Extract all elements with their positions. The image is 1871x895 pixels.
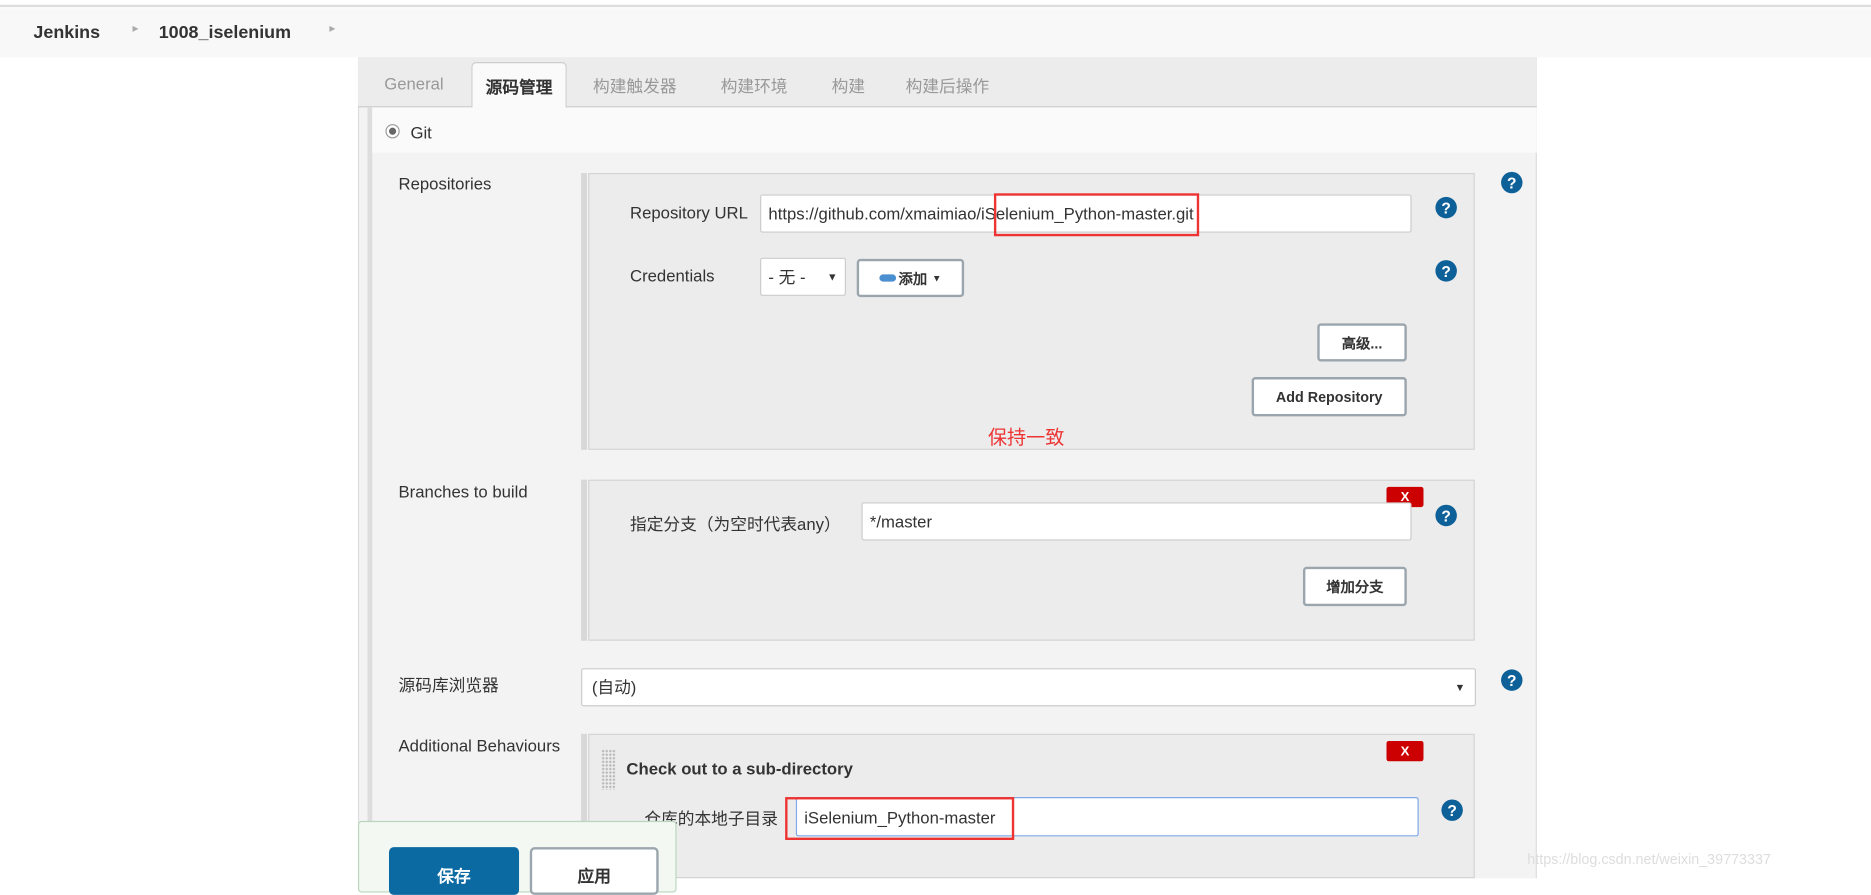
add-credentials-label: 添加	[898, 270, 928, 287]
branches-label: Branches to build	[398, 482, 528, 502]
breadcrumb-separator-icon[interactable]: ▸	[132, 23, 138, 36]
breadcrumb-jenkins[interactable]: Jenkins	[33, 23, 100, 43]
git-row	[372, 107, 1537, 153]
tab-post-build[interactable]: 构建后操作	[906, 74, 990, 98]
tab-triggers[interactable]: 构建触发器	[593, 74, 677, 98]
checkout-title: Check out to a sub-directory	[626, 758, 853, 778]
tab-general[interactable]: General	[384, 74, 443, 93]
git-label: Git	[410, 122, 432, 142]
credentials-select[interactable]: - 无 - ▼	[760, 257, 846, 296]
browser-label: 源码库浏览器	[398, 675, 499, 695]
repo-url-label: Repository URL	[630, 202, 748, 222]
delete-behaviour-button[interactable]: X	[1386, 740, 1424, 762]
help-icon[interactable]: ?	[1501, 669, 1523, 691]
add-credentials-button[interactable]: 添加 ▼	[856, 258, 965, 298]
help-icon[interactable]: ?	[1501, 171, 1523, 194]
section-bar	[581, 173, 588, 450]
top-divider	[0, 4, 1871, 8]
drag-handle[interactable]	[601, 749, 616, 790]
browser-select[interactable]: (自动) ▼	[581, 668, 1476, 707]
breadcrumb-job[interactable]: 1008_iselenium	[159, 23, 291, 43]
advanced-button[interactable]: 高级...	[1317, 323, 1407, 362]
help-icon[interactable]: ?	[1435, 504, 1457, 527]
annotation-text: 保持一致	[987, 428, 1065, 449]
browser-value: (自动)	[591, 677, 637, 697]
add-repository-button[interactable]: Add Repository	[1251, 377, 1407, 417]
git-radio[interactable]	[385, 124, 400, 139]
help-icon[interactable]: ?	[1435, 196, 1457, 219]
branch-spec-label: 指定分支（为空时代表any）	[630, 514, 841, 534]
help-icon[interactable]: ?	[1435, 260, 1457, 282]
breadcrumb-separator-icon[interactable]: ▸	[329, 23, 335, 36]
add-branch-button[interactable]: 增加分支	[1302, 566, 1407, 607]
caret-down-icon: ▼	[931, 272, 942, 284]
radio-dot-icon	[388, 127, 397, 135]
chevron-down-icon: ▼	[1454, 681, 1466, 694]
tab-environment[interactable]: 构建环境	[721, 74, 788, 98]
branch-spec-input[interactable]: */master	[861, 502, 1412, 541]
apply-button[interactable]: 应用	[529, 847, 659, 895]
section-bar	[367, 107, 373, 879]
tab-build[interactable]: 构建	[832, 74, 865, 98]
section-bar	[581, 479, 588, 641]
credentials-value: - 无 -	[768, 267, 806, 287]
watermark: https://blog.csdn.net/weixin_39773337	[1527, 850, 1771, 868]
tab-scm[interactable]: 源码管理	[471, 62, 567, 109]
highlight-box	[993, 193, 1200, 237]
save-button[interactable]: 保存	[388, 847, 520, 895]
help-icon[interactable]: ?	[1441, 799, 1463, 821]
highlight-box	[785, 797, 1015, 841]
behaviours-label: Additional Behaviours	[398, 736, 561, 756]
credentials-label: Credentials	[630, 266, 715, 286]
chevron-down-icon: ▼	[826, 270, 838, 283]
repositories-label: Repositories	[398, 174, 492, 194]
key-icon	[879, 274, 897, 282]
